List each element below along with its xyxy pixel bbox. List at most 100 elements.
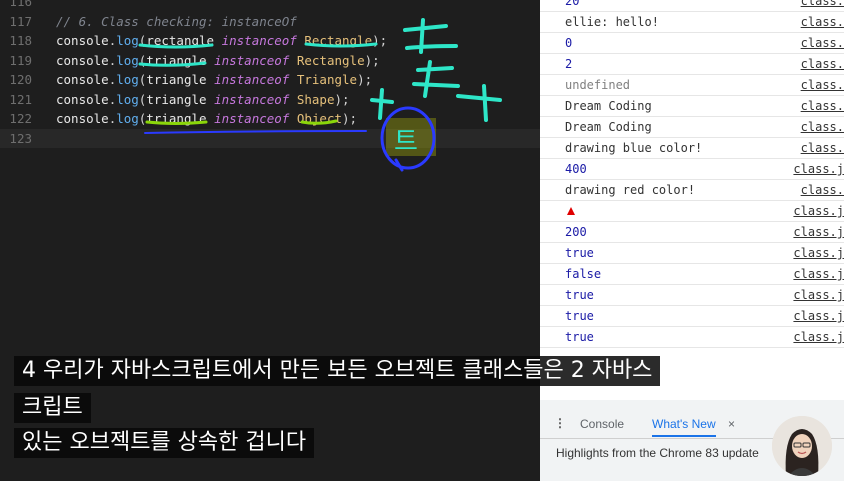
console-message: ellie: hello! <box>565 15 659 29</box>
code-line[interactable]: 120 console.log(triangle instanceof Trian… <box>0 70 540 89</box>
console-row: 20 class. <box>540 0 844 12</box>
console-source-link[interactable]: class. <box>801 138 844 158</box>
console-row: true class.j <box>540 285 844 306</box>
presenter-avatar <box>772 416 832 476</box>
console-message: true <box>565 330 594 344</box>
console-source-link[interactable]: class.j <box>793 159 844 179</box>
console-source-link[interactable]: class. <box>801 12 844 32</box>
line-number: 120 <box>9 72 32 87</box>
code-token: Rectangle <box>296 52 365 68</box>
console-message: 20 <box>565 0 580 8</box>
code-token: log <box>116 91 139 107</box>
code-token: ); <box>342 111 358 126</box>
subtitle-line-1: 4 우리가 자바스크립트에서 만든 보든 오브젝트 클래스들은 2 자바스 <box>14 356 661 386</box>
code-token: triangle <box>146 111 207 126</box>
line-number: 119 <box>9 52 32 68</box>
console-row: true class.j <box>540 306 844 327</box>
code-token: // 6. Class checking: instanceOf <box>56 13 297 29</box>
code-token: Shape <box>296 91 335 107</box>
code-token: console <box>56 33 109 48</box>
code-token: Triangle <box>296 72 358 87</box>
console-message: drawing blue color! <box>565 141 703 155</box>
code-text: console.log(rectangle instanceof Rectang… <box>56 31 387 50</box>
console-row: 200 class.j <box>540 222 844 243</box>
console-row: true class.j <box>540 327 844 348</box>
console-message: 400 <box>565 162 587 176</box>
console-source-link[interactable]: class. <box>801 54 844 74</box>
console-row: drawing red color! class. <box>540 180 844 201</box>
code-token: ); <box>372 33 388 48</box>
line-number: 116 <box>9 0 32 9</box>
console-row: Dream Coding class. <box>540 96 844 117</box>
console-message: drawing red color! <box>565 183 696 197</box>
code-text: console.log(triangle instanceof Triangle… <box>56 70 372 89</box>
console-source-link[interactable]: class. <box>801 0 844 11</box>
code-line[interactable]: 122 console.log(triangle instanceof Objec… <box>0 109 540 128</box>
console-source-link[interactable]: class.j <box>793 285 844 305</box>
code-text: console.log(triangle instanceof Object); <box>56 109 357 128</box>
code-token: console <box>56 111 109 126</box>
console-source-link[interactable]: class. <box>801 117 844 137</box>
console-message: undefined <box>565 78 631 92</box>
code-token: instanceof <box>206 52 297 68</box>
code-token: log <box>116 52 139 68</box>
devtools-console[interactable]: 20 class. ellie: hello! class. 0 class. 2 class… <box>540 0 844 400</box>
code-token: console <box>56 52 109 68</box>
console-source-link[interactable]: class.j <box>793 222 844 242</box>
code-token: instanceof <box>214 33 305 48</box>
console-source-link[interactable]: class.j <box>793 327 844 347</box>
tab-console[interactable]: Console <box>580 417 624 431</box>
console-message: true <box>565 288 594 302</box>
console-source-link[interactable]: class.j <box>793 201 844 221</box>
code-line[interactable]: 116 <box>0 0 540 11</box>
console-message: false <box>565 267 602 281</box>
line-number: 118 <box>9 33 32 48</box>
code-token: triangle <box>146 91 207 107</box>
code-line[interactable]: 118 console.log(rectangle instanceof Rect… <box>0 31 540 50</box>
console-message: 2 <box>565 57 573 71</box>
code-token: console <box>56 72 109 87</box>
code-token: triangle <box>146 52 207 68</box>
tab-whats-new[interactable]: What's New <box>652 417 716 437</box>
console-message: Dream Coding <box>565 99 652 113</box>
subtitle-line-3: 있는 오브젝트를 상속한 겁니다 <box>14 428 315 458</box>
code-token: instanceof <box>206 72 297 87</box>
code-token: instanceof <box>206 91 297 107</box>
code-text: console.log(triangle instanceof Shape); <box>56 90 350 109</box>
console-message: 0 <box>565 36 573 50</box>
console-source-link[interactable]: class. <box>801 180 844 200</box>
console-message: true <box>565 309 594 323</box>
code-text: // 6. Class checking: instanceOf <box>56 12 297 31</box>
console-source-link[interactable]: class. <box>801 33 844 53</box>
close-tab-icon[interactable]: × <box>728 417 735 431</box>
code-text: console.log(triangle instanceof Rectangl… <box>56 51 380 70</box>
console-row: 0 class. <box>540 33 844 54</box>
console-source-link[interactable]: class.j <box>793 243 844 263</box>
more-options-icon[interactable]: ⋮ <box>554 416 566 430</box>
code-token: ); <box>357 72 373 87</box>
console-source-link[interactable]: class. <box>801 75 844 95</box>
console-row: 400 class.j <box>540 159 844 180</box>
console-message: Dream Coding <box>565 120 652 134</box>
line-number: 117 <box>9 13 32 29</box>
code-line[interactable]: 123 <box>0 128 540 148</box>
console-row: class.j <box>540 201 844 222</box>
console-source-link[interactable]: class.j <box>793 264 844 284</box>
code-token: ); <box>364 52 380 68</box>
line-number: 123 <box>9 130 32 146</box>
code-line[interactable]: 119 console.log(triangle instanceof Recta… <box>0 51 540 70</box>
whats-new-highlights: Highlights from the Chrome 83 update <box>556 446 759 460</box>
code-token: log <box>116 33 139 48</box>
code-token: Object <box>296 111 343 126</box>
code-token: rectangle <box>146 33 215 48</box>
code-line[interactable]: 117 // 6. Class checking: instanceOf <box>0 12 540 31</box>
code-token: log <box>116 72 139 87</box>
console-source-link[interactable]: class. <box>801 96 844 116</box>
console-row: false class.j <box>540 264 844 285</box>
console-source-link[interactable]: class.j <box>793 306 844 326</box>
triangle-output-icon <box>567 207 575 215</box>
code-line[interactable]: 121 console.log(triangle instanceof Shape… <box>0 90 540 109</box>
console-row: true class.j <box>540 243 844 264</box>
console-message: true <box>565 246 594 260</box>
code-token: triangle <box>146 72 207 87</box>
